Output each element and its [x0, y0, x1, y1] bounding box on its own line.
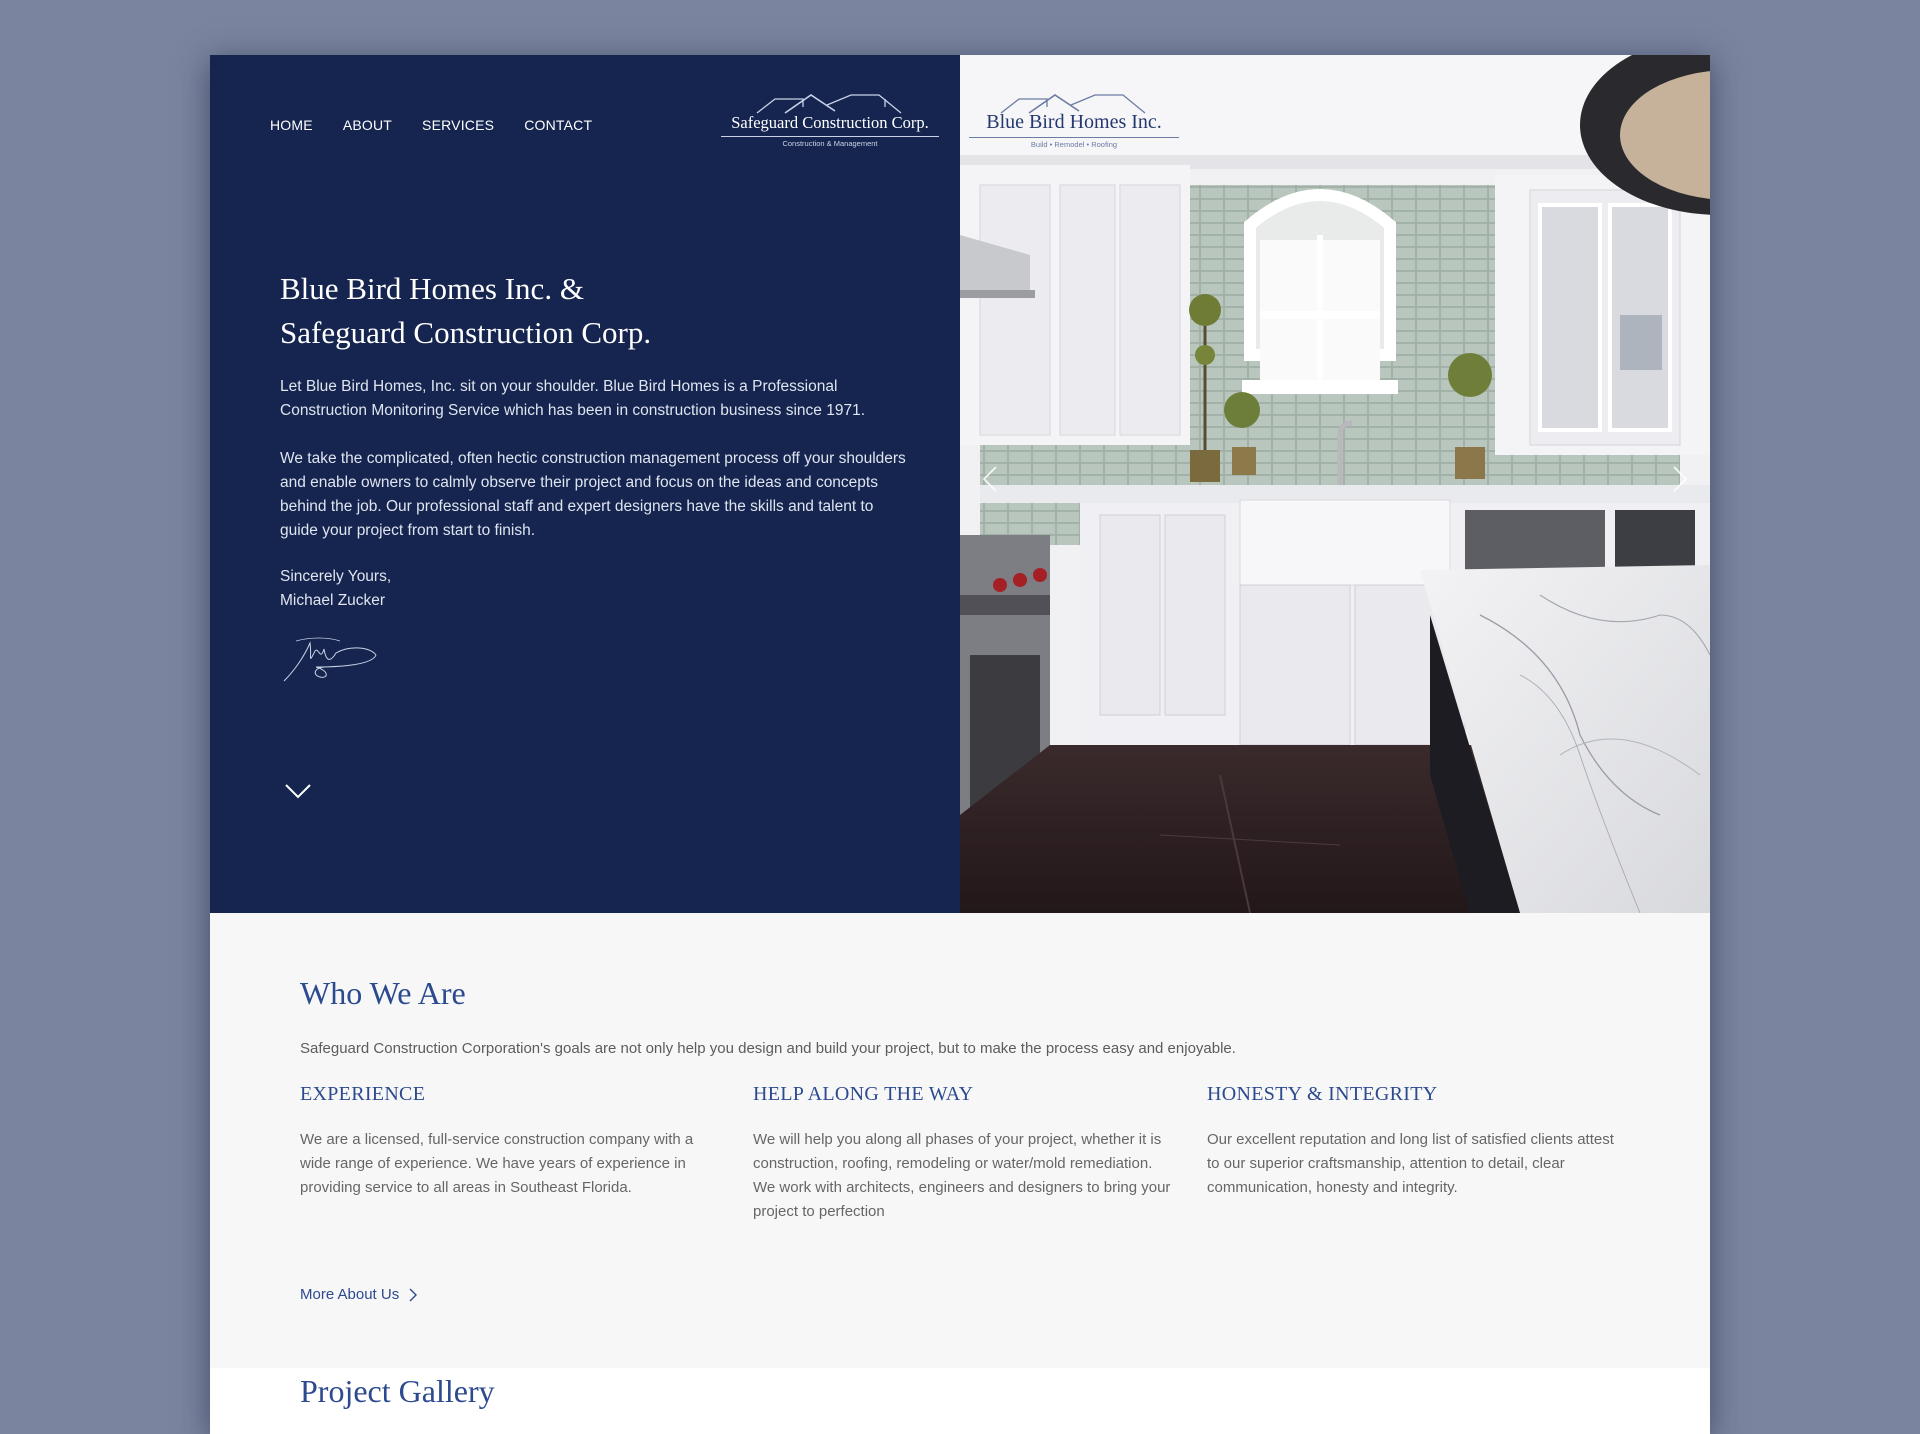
- signoff-closing: Sincerely Yours,: [280, 568, 392, 585]
- bluebird-logo-name: Blue Bird Homes Inc.: [986, 111, 1162, 133]
- hero-intro-paragraph: Let Blue Bird Homes, Inc. sit on your sh…: [280, 378, 866, 419]
- feature-help-along-the-way: HELP ALONG THE WAY We will help you alon…: [753, 1083, 1173, 1224]
- nav-about[interactable]: ABOUT: [343, 117, 392, 133]
- feature-text: We are a licensed, full-service construc…: [300, 1131, 694, 1196]
- nav-contact[interactable]: CONTACT: [524, 117, 592, 133]
- who-we-are-title: Who We Are: [300, 975, 466, 1011]
- chevron-down-icon[interactable]: [284, 782, 312, 800]
- hero-section: HOME ABOUT SERVICES CONTACT Safeguard Co…: [210, 55, 1710, 913]
- chevron-left-icon[interactable]: [982, 465, 998, 493]
- nav-home[interactable]: HOME: [270, 117, 313, 133]
- feature-text: Our excellent reputation and long list o…: [1207, 1131, 1614, 1196]
- bluebird-logo-tagline: Build • Remodel • Roofing: [1030, 140, 1118, 149]
- signature-image: [283, 637, 377, 682]
- safeguard-logo-tagline: Construction & Management: [782, 139, 878, 148]
- roof-icon: [756, 94, 902, 114]
- hero-image-slider[interactable]: Blue Bird Homes Inc. Build • Remodel • R…: [960, 55, 1710, 913]
- who-we-are-section: Who We Are Safeguard Construction Corpor…: [210, 913, 1710, 1368]
- hero-title-line2: Safeguard Construction Corp.: [280, 315, 652, 350]
- chevron-right-small-icon: [409, 1288, 418, 1301]
- feature-text: We will help you along all phases of you…: [753, 1131, 1171, 1220]
- more-about-us-link[interactable]: More About Us: [300, 1286, 418, 1303]
- main-nav: HOME ABOUT SERVICES CONTACT: [270, 117, 592, 133]
- feature-honesty-integrity: HONESTY & INTEGRITY Our excellent reputa…: [1207, 1083, 1627, 1200]
- feature-title: EXPERIENCE: [300, 1083, 426, 1105]
- bluebird-logo[interactable]: Blue Bird Homes Inc. Build • Remodel • R…: [967, 93, 1181, 173]
- who-we-are-lead: Safeguard Construction Corporation's goa…: [300, 1040, 1236, 1057]
- project-gallery-title: Project Gallery: [300, 1373, 495, 1409]
- hero-title-line1: Blue Bird Homes Inc. &: [280, 271, 584, 306]
- safeguard-logo[interactable]: Safeguard Construction Corp. Constructio…: [719, 93, 941, 173]
- logo-divider: [969, 137, 1179, 138]
- more-about-us-label: More About Us: [300, 1286, 400, 1303]
- page-frame: HOME ABOUT SERVICES CONTACT Safeguard Co…: [210, 55, 1710, 1434]
- feature-title: HONESTY & INTEGRITY: [1207, 1083, 1438, 1105]
- kitchen-photo: [960, 55, 1710, 913]
- logo-divider: [721, 136, 939, 137]
- feature-title: HELP ALONG THE WAY: [753, 1083, 974, 1105]
- hero-text-panel: HOME ABOUT SERVICES CONTACT Safeguard Co…: [210, 55, 960, 913]
- feature-experience: EXPERIENCE We are a licensed, full-servi…: [300, 1083, 720, 1200]
- hero-signoff: Sincerely Yours, Michael Zucker: [280, 565, 391, 613]
- chevron-right-icon[interactable]: [1672, 465, 1688, 493]
- nav-services[interactable]: SERVICES: [422, 117, 494, 133]
- signoff-name: Michael Zucker: [280, 592, 386, 609]
- hero-body-paragraph: We take the complicated, often hectic co…: [280, 450, 906, 539]
- hero-title: Blue Bird Homes Inc. & Safeguard Constru…: [280, 267, 900, 355]
- safeguard-logo-name: Safeguard Construction Corp.: [731, 113, 929, 132]
